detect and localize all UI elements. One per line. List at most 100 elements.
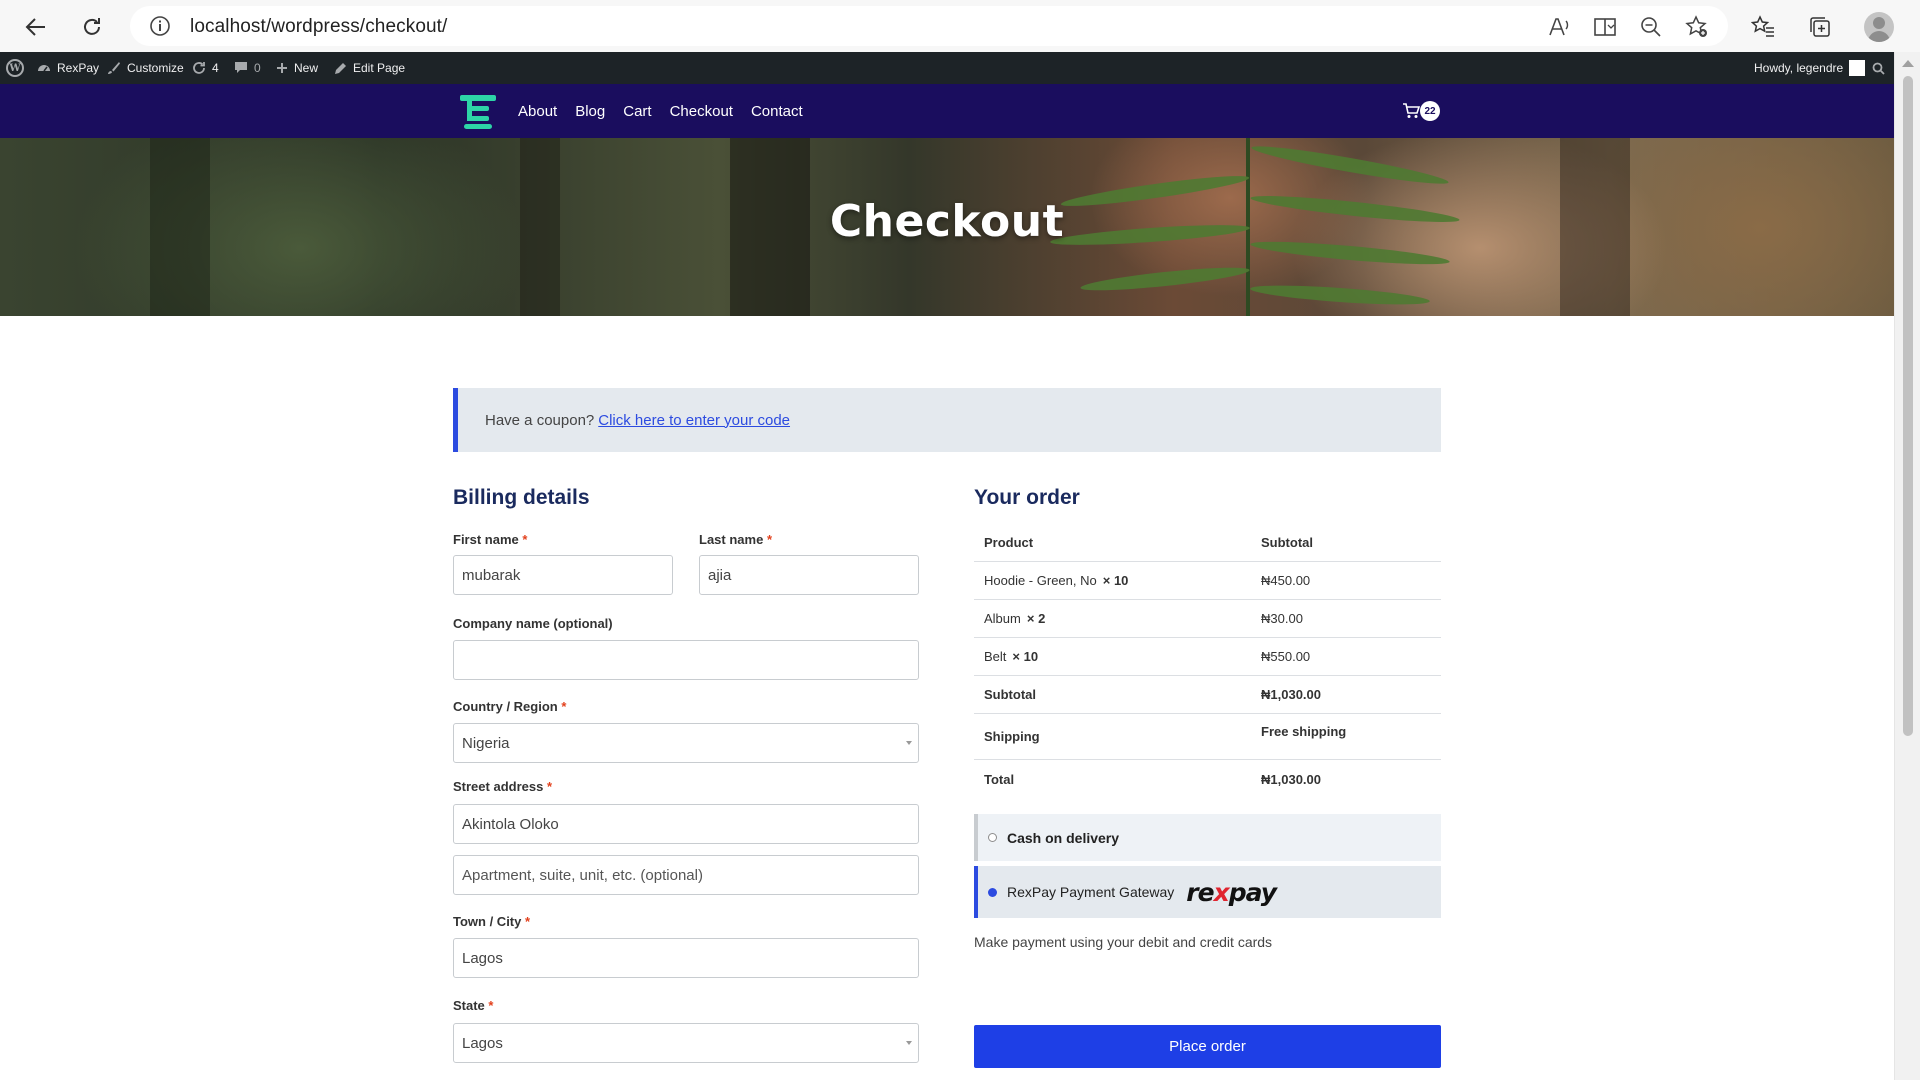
pencil-icon [334,62,347,75]
site-info-icon[interactable] [148,14,172,38]
chevron-down-icon [906,741,912,745]
plus-icon [276,62,288,74]
nav-about[interactable]: About [518,103,557,120]
company-input[interactable] [453,640,919,680]
zoom-out-icon[interactable] [1638,14,1664,40]
order-item-row: Album × 2 ₦30.00 [974,600,1441,638]
state-select[interactable]: Lagos [453,1023,919,1063]
street-label: Street address * [453,779,553,794]
admin-bar-customize-label: Customize [127,61,184,75]
admin-bar-new[interactable]: New [276,52,318,84]
item-name: Album [984,611,1021,626]
order-title: Your order [974,486,1080,509]
company-label: Company name (optional) [453,616,613,631]
item-qty: × 10 [1012,649,1039,664]
page-scrollbar[interactable] [1894,52,1920,1080]
chevron-down-icon [906,1041,912,1045]
admin-bar-edit-page[interactable]: Edit Page [334,52,405,84]
country-value: Nigeria [462,734,510,752]
city-label: Town / City * [453,914,531,929]
read-aloud-icon[interactable] [1546,14,1572,40]
brush-icon [107,61,121,75]
coupon-link[interactable]: Click here to enter your code [598,412,790,429]
item-price: ₦550.00 [1261,649,1311,664]
favorites-icon[interactable] [1748,12,1778,42]
url-text[interactable]: localhost/wordpress/checkout/ [190,16,447,38]
wordpress-logo-icon[interactable]: W [6,52,24,84]
back-icon[interactable] [18,9,54,45]
country-select[interactable]: Nigeria [453,723,919,763]
total-label: Total [984,771,1015,787]
hero-banner: Checkout [0,138,1894,316]
payment-method-rexpay[interactable]: RexPay Payment Gateway rexpay [974,866,1441,918]
updates-icon [192,61,206,75]
item-name: Hoodie - Green, No [984,573,1097,588]
rexpay-radio[interactable] [988,887,997,897]
cod-label: Cash on delivery [1007,829,1120,846]
coupon-text: Have a coupon? [485,411,595,429]
order-subtotal-row: Subtotal ₦1,030.00 [974,676,1441,714]
last-name-label: Last name * [699,532,772,547]
subtotal-value: ₦1,030.00 [1261,687,1321,702]
admin-bar-comments[interactable]: 0 [234,52,261,84]
comments-icon [234,61,248,75]
main-nav: About Blog Cart Checkout Contact [518,84,803,138]
admin-bar-site[interactable]: RexPay [37,52,99,84]
admin-bar-customize[interactable]: Customize [107,52,184,84]
shipping-value: Free shipping [1261,724,1347,739]
last-name-input[interactable]: ajia [699,555,919,595]
state-value: Lagos [462,1034,503,1052]
cod-radio[interactable] [988,833,997,842]
admin-bar-site-name: RexPay [57,61,100,75]
order-shipping-row: Shipping Free shipping [974,714,1441,760]
nav-contact[interactable]: Contact [751,103,803,120]
reload-icon[interactable] [74,9,110,45]
site-logo[interactable] [460,92,496,130]
collections-icon[interactable] [1805,12,1835,42]
product-column-header: Product [984,535,1034,550]
cart-icon [1402,103,1421,124]
coupon-notice: Have a coupon? Click here to enter your … [453,388,1441,452]
immersive-reader-icon[interactable] [1592,14,1618,40]
rexpay-label: RexPay Payment Gateway [1007,884,1175,900]
profile-avatar[interactable] [1864,12,1894,42]
scroll-up-arrow[interactable] [1902,60,1914,67]
rexpay-logo: rexpay [1186,877,1277,907]
nav-blog[interactable]: Blog [575,103,605,120]
first-name-label: First name * [453,532,528,547]
order-item-row: Belt × 10 ₦550.00 [974,638,1441,676]
address-bar[interactable]: localhost/wordpress/checkout/ [130,6,1728,46]
order-item-row: Hoodie - Green, No × 10 ₦450.00 [974,562,1441,600]
admin-bar-updates[interactable]: 4 [192,52,219,84]
add-favorite-icon[interactable] [1684,14,1710,40]
admin-avatar [1849,60,1866,76]
site-header: About Blog Cart Checkout Contact 22 [0,84,1894,138]
city-input[interactable]: Lagos [453,938,919,978]
nav-checkout[interactable]: Checkout [670,103,733,120]
page-title: Checkout [829,196,1065,247]
admin-bar-edit-page-label: Edit Page [353,61,406,75]
admin-search-icon[interactable] [1872,52,1885,84]
browser-toolbar: localhost/wordpress/checkout/ [0,0,1920,52]
comments-count: 0 [254,61,261,75]
apartment-input[interactable]: Apartment, suite, unit, etc. (optional) [453,855,919,895]
subtotal-column-header: Subtotal [1261,535,1313,550]
admin-bar-my-account[interactable]: Howdy, legendre [1754,52,1866,84]
wp-admin-bar: W RexPay Customize 4 0 New Edit Page How… [0,52,1894,84]
first-name-input[interactable]: mubarak [453,555,673,595]
place-order-button[interactable]: Place order [974,1025,1441,1068]
payment-method-cod[interactable]: Cash on delivery [974,814,1441,861]
order-total-row: Total ₦1,030.00 [974,760,1441,798]
billing-title: Billing details [453,486,590,509]
item-price: ₦30.00 [1261,611,1303,626]
dashboard-icon [37,61,51,75]
header-cart[interactable]: 22 [1402,99,1442,123]
nav-cart[interactable]: Cart [623,103,651,120]
subtotal-label: Subtotal [984,687,1036,702]
scrollbar-thumb[interactable] [1903,76,1913,736]
order-table-header: Product Subtotal [974,524,1441,562]
item-qty: × 10 [1102,573,1129,588]
country-label: Country / Region * [453,699,567,714]
street-address-input[interactable]: Akintola Oloko [453,804,919,844]
item-name: Belt [984,649,1007,664]
